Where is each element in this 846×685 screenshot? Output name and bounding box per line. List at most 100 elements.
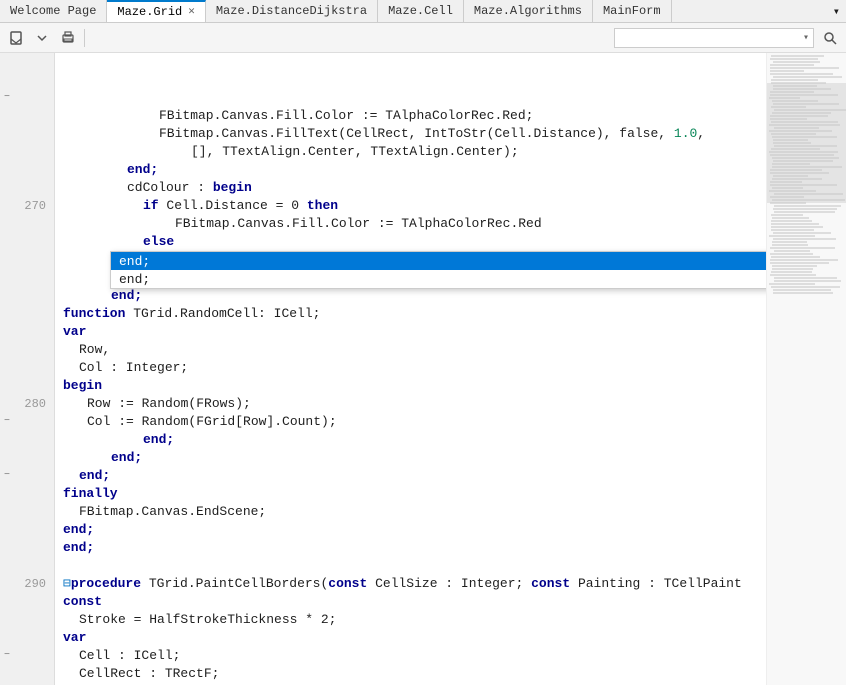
gutter-line-9 bbox=[0, 215, 54, 233]
minimap-line-76 bbox=[769, 283, 815, 285]
gutter-line-22 bbox=[0, 449, 54, 467]
tab-maze-grid[interactable]: Maze.Grid ✕ bbox=[107, 0, 205, 22]
line-number-8: 270 bbox=[24, 197, 46, 215]
gutter-line-24 bbox=[0, 485, 54, 503]
minimap-line-28 bbox=[773, 139, 808, 141]
minimap-line-21 bbox=[770, 118, 808, 120]
code-line-7: else bbox=[55, 233, 766, 251]
minimap-line-37 bbox=[772, 166, 842, 168]
gutter-line-2: − bbox=[0, 89, 54, 107]
line-number-19: 280 bbox=[24, 395, 46, 413]
gutter-line-1 bbox=[0, 71, 54, 89]
code-line-1: FBitmap.Canvas.FillText(CellRect, IntToS… bbox=[55, 125, 766, 143]
code-line-26: ⊟procedure TGrid.PaintCellBorders(const … bbox=[55, 575, 766, 593]
gutter-line-20: − bbox=[0, 413, 54, 431]
autocomplete-item-1[interactable]: end; bbox=[111, 270, 766, 288]
minimap-line-79 bbox=[773, 292, 833, 294]
toolbar-btn-print[interactable] bbox=[56, 27, 80, 49]
minimap-line-65 bbox=[774, 250, 810, 252]
autocomplete-popup[interactable]: end; end; bbox=[110, 251, 766, 289]
gutter-line-15 bbox=[0, 323, 54, 341]
code-line-14: Col : Integer; bbox=[55, 359, 766, 377]
line-gutter: −270280−−290− bbox=[0, 53, 55, 685]
search-dropdown[interactable]: ▾ bbox=[614, 28, 814, 48]
editor-container: −270280−−290− FBitmap.Canvas.Fill.Color … bbox=[0, 53, 846, 685]
tab-dropdown-arrow: ▾ bbox=[833, 4, 840, 19]
tab-welcome[interactable]: Welcome Page bbox=[0, 0, 107, 22]
gutter-line-18 bbox=[0, 377, 54, 395]
minimap-line-46 bbox=[774, 193, 843, 195]
autocomplete-item-0[interactable]: end; bbox=[111, 252, 766, 270]
toolbar-btn-bookmark[interactable] bbox=[4, 27, 28, 49]
code-line-6: FBitmap.Canvas.Fill.Color := TAlphaColor… bbox=[55, 215, 766, 233]
code-line-28: Stroke = HalfStrokeThickness * 2; bbox=[55, 611, 766, 629]
print-icon bbox=[61, 31, 75, 45]
minimap-line-64 bbox=[770, 247, 834, 249]
gutter-line-7 bbox=[0, 179, 54, 197]
tab-maze-distance[interactable]: Maze.DistanceDijkstra bbox=[206, 0, 378, 22]
toolbar-separator-1 bbox=[84, 29, 85, 47]
code-line-20: end; bbox=[55, 467, 766, 485]
code-line-13: Row, bbox=[55, 341, 766, 359]
fold-icon-33[interactable]: − bbox=[4, 647, 10, 665]
minimap-line-35 bbox=[773, 160, 833, 162]
gutter-line-10 bbox=[0, 233, 54, 251]
minimap-line-0 bbox=[771, 55, 824, 57]
fold-icon-2[interactable]: − bbox=[4, 89, 10, 107]
gutter-line-4 bbox=[0, 125, 54, 143]
gutter-line-21 bbox=[0, 431, 54, 449]
code-line-31: CellRect : TRectF; bbox=[55, 665, 766, 683]
toolbar: ▾ bbox=[0, 23, 846, 53]
tab-maze-cell-label: Maze.Cell bbox=[388, 4, 453, 18]
minimap-line-5 bbox=[770, 70, 804, 72]
minimap-line-71 bbox=[772, 268, 813, 270]
minimap-line-12 bbox=[770, 91, 814, 93]
tab-maze-cell[interactable]: Maze.Cell bbox=[378, 0, 464, 22]
minimap-line-38 bbox=[770, 169, 822, 171]
tab-maze-algorithms[interactable]: Maze.Algorithms bbox=[464, 0, 593, 22]
gutter-line-27 bbox=[0, 539, 54, 557]
minimap-line-55 bbox=[771, 220, 812, 222]
tab-dropdown[interactable]: ▾ bbox=[827, 0, 846, 22]
tab-maze-grid-label: Maze.Grid bbox=[117, 5, 182, 19]
fold-icon-20[interactable]: − bbox=[4, 413, 10, 431]
code-line-22: FBitmap.Canvas.EndScene; bbox=[55, 503, 766, 521]
tab-maze-distance-label: Maze.DistanceDijkstra bbox=[216, 4, 367, 18]
minimap-line-63 bbox=[772, 244, 808, 246]
minimap-line-69 bbox=[770, 262, 829, 264]
code-line-25 bbox=[55, 557, 766, 575]
minimap-line-33 bbox=[770, 154, 834, 156]
code-line-2: [], TTextAlign.Center, TTextAlign.Center… bbox=[55, 143, 766, 161]
code-line-0: FBitmap.Canvas.Fill.Color := TAlphaColor… bbox=[55, 107, 766, 125]
tab-main-form[interactable]: MainForm bbox=[593, 0, 672, 22]
gutter-line-5 bbox=[0, 143, 54, 161]
gutter-line-16 bbox=[0, 341, 54, 359]
code-area[interactable]: FBitmap.Canvas.Fill.Color := TAlphaColor… bbox=[55, 53, 766, 685]
minimap-line-51 bbox=[773, 208, 837, 210]
minimap[interactable] bbox=[766, 53, 846, 685]
search-icon[interactable] bbox=[818, 27, 842, 49]
tab-maze-grid-close[interactable]: ✕ bbox=[188, 7, 195, 18]
code-line-27: const bbox=[55, 593, 766, 611]
code-line-3: end; bbox=[55, 161, 766, 179]
minimap-line-40 bbox=[773, 175, 808, 177]
gutter-line-26 bbox=[0, 521, 54, 539]
minimap-line-73 bbox=[770, 274, 815, 276]
fold-icon-23[interactable]: − bbox=[4, 467, 10, 485]
toolbar-btn-down[interactable] bbox=[30, 27, 54, 49]
minimap-line-26 bbox=[771, 133, 816, 135]
minimap-line-61 bbox=[773, 238, 836, 240]
minimap-line-70 bbox=[772, 265, 817, 267]
minimap-line-47 bbox=[770, 196, 804, 198]
minimap-line-10 bbox=[773, 85, 817, 87]
minimap-line-50 bbox=[774, 205, 841, 207]
gutter-line-0 bbox=[0, 53, 54, 71]
minimap-line-9 bbox=[771, 82, 826, 84]
minimap-line-4 bbox=[770, 67, 840, 69]
minimap-line-13 bbox=[770, 94, 838, 96]
gutter-line-23: − bbox=[0, 467, 54, 485]
minimap-line-72 bbox=[771, 271, 812, 273]
code-line-15: begin bbox=[55, 377, 766, 395]
gutter-line-32 bbox=[0, 629, 54, 647]
bookmark-icon bbox=[9, 31, 23, 45]
